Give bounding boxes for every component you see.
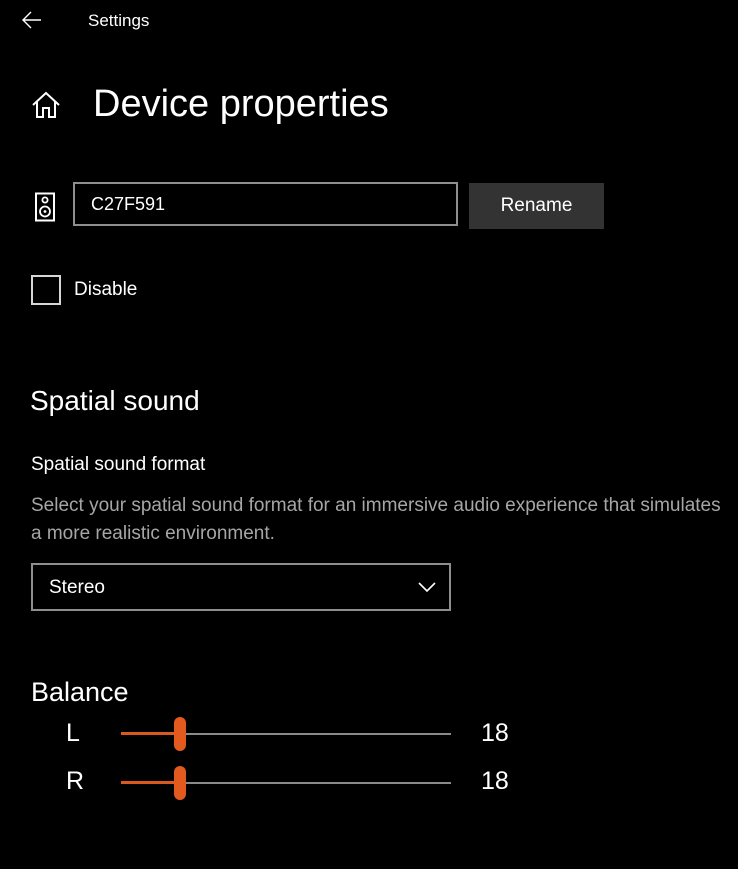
spatial-sound-format-label: Spatial sound format	[31, 454, 206, 475]
page-title: Device properties	[93, 83, 389, 125]
device-name-input[interactable]	[73, 182, 458, 226]
home-button[interactable]	[31, 90, 61, 120]
slider-thumb[interactable]	[174, 717, 186, 751]
dropdown-selected-value: Stereo	[49, 577, 105, 598]
spatial-sound-heading: Spatial sound	[30, 385, 200, 416]
speaker-device	[33, 192, 57, 222]
left-channel-label: L	[66, 719, 80, 747]
slider-thumb[interactable]	[174, 766, 186, 800]
left-balance-value: 18	[481, 719, 509, 747]
balance-heading: Balance	[31, 677, 129, 707]
slider-fill	[121, 781, 180, 784]
home-icon	[32, 91, 60, 118]
rename-button[interactable]: Rename	[469, 183, 604, 229]
settings-window: Settings Device properties Rename Disabl…	[0, 0, 738, 869]
back-arrow-icon	[22, 11, 41, 29]
disable-checkbox[interactable]	[31, 275, 61, 305]
window-title: Settings	[88, 11, 150, 30]
right-balance-value: 18	[481, 767, 509, 795]
chevron-down-icon	[418, 582, 436, 593]
title-bar: Settings	[0, 0, 738, 42]
right-balance-slider[interactable]	[121, 766, 451, 800]
slider-fill	[121, 732, 180, 735]
right-channel-label: R	[66, 767, 85, 795]
left-balance-slider[interactable]	[121, 717, 451, 751]
spatial-sound-description: Select your spatial sound format for an …	[31, 495, 721, 544]
disable-label[interactable]: Disable	[74, 278, 137, 302]
spatial-sound-format-dropdown[interactable]: Stereo	[31, 563, 451, 611]
back-button[interactable]	[14, 4, 50, 36]
speaker-icon	[35, 192, 55, 222]
